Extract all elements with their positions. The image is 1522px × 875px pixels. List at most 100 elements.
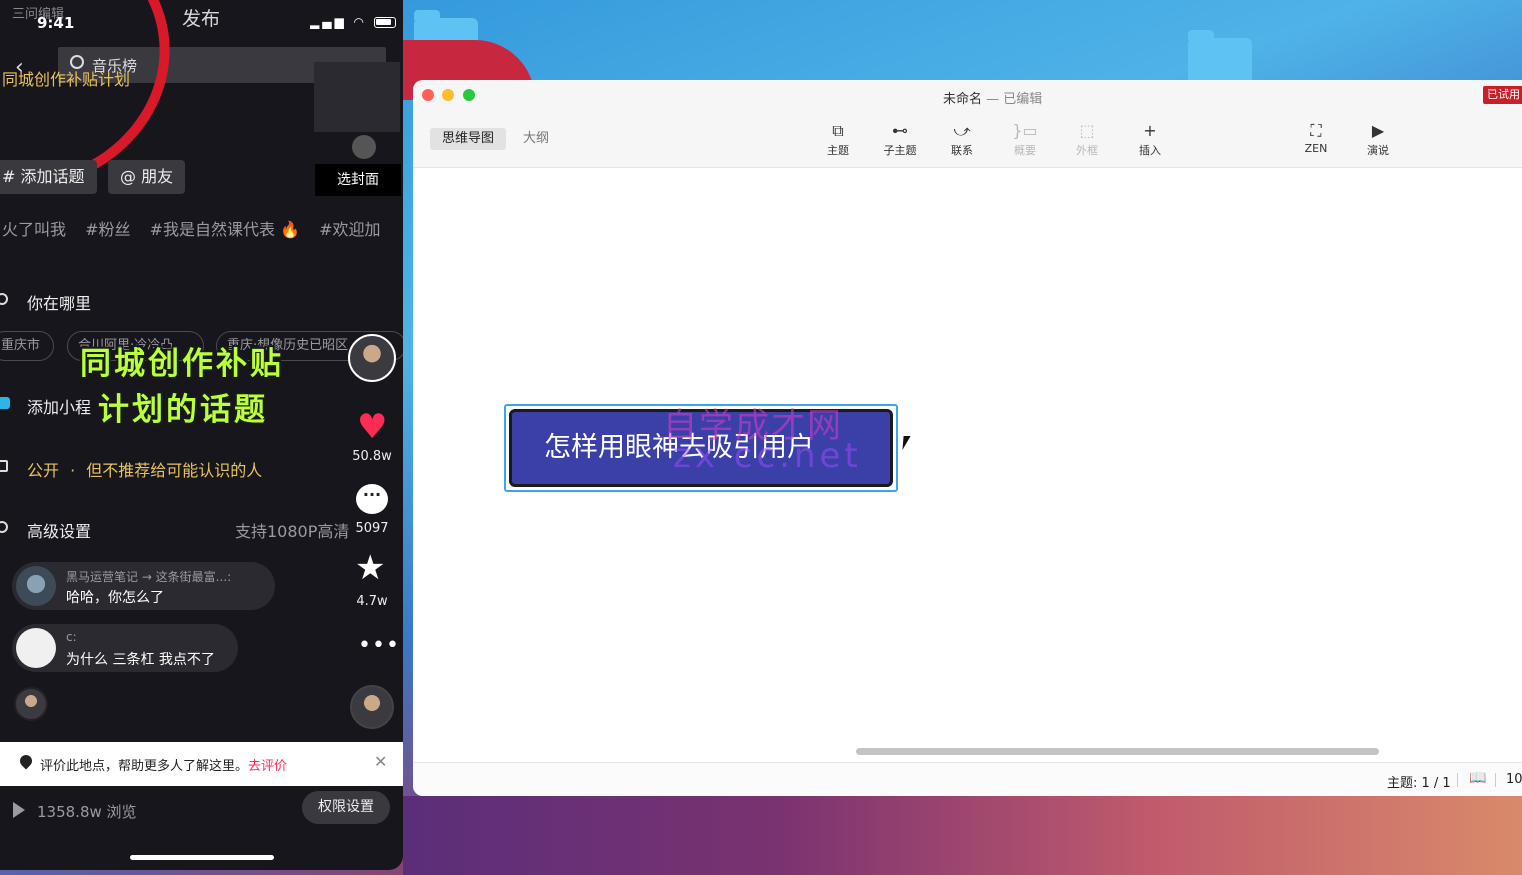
comment-author: 黑马运营笔记 → 这条街最富...:	[66, 570, 232, 584]
music-disc[interactable]	[350, 685, 394, 729]
lock-icon	[0, 460, 8, 472]
wallpaper-shape	[403, 796, 1522, 875]
boundary-icon: ⬚	[1079, 121, 1095, 140]
boundary-button[interactable]: ⬚ 外框	[1061, 120, 1113, 158]
tool-label: 演说	[1367, 144, 1389, 157]
insert-button[interactable]: + 插入	[1124, 120, 1176, 158]
relationship-button[interactable]: ⤻ 联系	[936, 120, 988, 158]
subtopic-button[interactable]: ⊷ 子主题	[874, 120, 926, 158]
avatar	[16, 628, 56, 668]
user-avatar[interactable]	[14, 687, 48, 721]
window-title: 未命名 — 已编辑	[943, 88, 1042, 107]
book-icon[interactable]: 📖	[1469, 770, 1486, 786]
mindmap-canvas[interactable]: 怎样用眼神去吸引用户 自学成才网 zx cc.net	[413, 168, 1522, 746]
select-cover-button[interactable]: 选封面	[315, 164, 401, 196]
advanced-settings-label[interactable]: 高级设置	[27, 518, 91, 542]
add-topic-chip[interactable]: # 添加话题	[0, 160, 97, 194]
comment-text: 为什么 三条杠 我点不了	[66, 652, 215, 668]
avatar	[16, 566, 56, 606]
permission-settings-button[interactable]: 权限设置	[302, 791, 390, 824]
notice-text: 评价此地点，帮助更多人了解这里。去评价	[40, 755, 287, 774]
tool-label: 外框	[1076, 144, 1098, 157]
mouse-cursor-icon	[902, 436, 911, 450]
rate-link[interactable]: 去评价	[248, 759, 287, 774]
privacy-label: 公开	[27, 461, 60, 480]
topic-tag[interactable]: #欢迎加	[319, 220, 380, 239]
status-icons: ▂▄▆ ◠	[310, 15, 396, 29]
divider	[1457, 773, 1458, 787]
mini-program-label[interactable]: 添加小程	[27, 394, 91, 418]
divider	[1495, 773, 1496, 787]
favorite-count: 4.7w	[356, 594, 388, 609]
overlay-caption-line1: 同城创作补贴	[80, 346, 284, 382]
like-icon[interactable]: ♥	[357, 410, 387, 444]
presentation-button[interactable]: ▶ 演说	[1352, 120, 1404, 158]
tool-label: 联系	[951, 144, 973, 157]
close-window-button[interactable]	[422, 89, 434, 101]
tab-mindmap[interactable]: 思维导图	[430, 128, 507, 150]
mindmap-window: 未命名 — 已编辑 已试用 思维导图 大纲 ⧉ 主题 ⊷ 子主题 ⤻ 联系 }▭…	[413, 80, 1522, 796]
summary-icon: }▭	[1012, 121, 1038, 140]
minimize-window-button[interactable]	[442, 89, 454, 101]
zoom-level[interactable]: 10	[1506, 772, 1522, 787]
document-name: 未命名	[943, 92, 983, 107]
page-title: 发布	[182, 8, 221, 30]
author-avatar[interactable]	[348, 334, 396, 382]
topic-tag[interactable]: 火了叫我	[2, 220, 66, 239]
comment-count: 5097	[355, 521, 389, 536]
topic-button[interactable]: ⧉ 主题	[812, 120, 864, 158]
tool-label: 概要	[1014, 144, 1036, 157]
topic-tags: 火了叫我 #粉丝 #我是自然课代表 🔥 #欢迎加	[2, 216, 395, 240]
zen-button[interactable]: ⛶ ZEN	[1290, 120, 1342, 155]
horizontal-scrollbar[interactable]	[856, 748, 1379, 755]
relationship-icon: ⤻	[953, 121, 971, 140]
notice-message: 评价此地点，帮助更多人了解这里。	[40, 759, 249, 774]
privacy-row[interactable]: 公开 · 但不推荐给可能认识的人	[27, 457, 262, 481]
close-icon[interactable]: ✕	[374, 752, 387, 771]
advanced-settings-detail: 支持1080P高清	[235, 522, 350, 541]
rating-notice: 评价此地点，帮助更多人了解这里。去评价 ✕	[0, 742, 403, 786]
comment-author: c:	[66, 630, 77, 644]
battery-icon	[373, 17, 396, 28]
overlay-caption-line2: 计划的话题	[98, 392, 268, 428]
document-state: — 已编辑	[986, 92, 1043, 107]
mini-program-icon	[0, 397, 10, 409]
location-label[interactable]: 你在哪里	[27, 290, 91, 314]
tool-label: 插入	[1139, 144, 1161, 157]
favorite-icon[interactable]: ★	[355, 551, 385, 585]
play-icon	[13, 802, 25, 818]
zoom-window-button[interactable]	[463, 89, 475, 101]
status-bar: 主题: 1 / 1 📖 10	[413, 762, 1522, 796]
phone-screen: 三问编辑 9:41 发布 ▂▄▆ ◠ 音乐榜 ‹ 同城创作补贴计划 选封面 # …	[0, 0, 403, 870]
comment-item[interactable]: c: 为什么 三条杠 我点不了	[12, 624, 238, 672]
trial-badge[interactable]: 已试用	[1483, 86, 1522, 104]
location-icon	[0, 293, 8, 305]
home-indicator[interactable]	[130, 855, 274, 860]
privacy-dot: ·	[70, 461, 76, 480]
fullscreen-icon: ⛶	[1310, 121, 1322, 140]
toolbar: 未命名 — 已编辑 已试用 思维导图 大纲 ⧉ 主题 ⊷ 子主题 ⤻ 联系 }▭…	[413, 80, 1522, 168]
more-icon[interactable]: •••	[358, 633, 400, 658]
view-count: 1358.8w 浏览	[37, 803, 137, 821]
location-pin-icon	[17, 752, 35, 770]
comment-text: 哈哈，你怎么了	[66, 590, 164, 606]
tool-label: 主题	[827, 144, 849, 157]
comment-item[interactable]: 黑马运营笔记 → 这条街最富...: 哈哈，你怎么了	[12, 562, 275, 610]
video-thumbnail[interactable]	[314, 62, 400, 132]
friends-chip[interactable]: @ 朋友	[108, 160, 186, 194]
like-count: 50.8w	[352, 449, 392, 464]
topic-tag[interactable]: #粉丝	[85, 220, 130, 239]
location-chip[interactable]: 重庆市	[0, 331, 54, 361]
plus-icon: +	[1143, 121, 1157, 140]
topic-icon: ⧉	[832, 121, 844, 140]
comment-icon[interactable]: ···	[356, 484, 388, 514]
tool-label: ZEN	[1304, 142, 1328, 155]
tab-outline[interactable]: 大纲	[511, 128, 561, 150]
tool-label: 子主题	[883, 144, 917, 157]
topic-tag[interactable]: #我是自然课代表 🔥	[150, 220, 300, 239]
summary-button[interactable]: }▭ 概要	[999, 120, 1051, 158]
topic-count: 主题: 1 / 1	[1387, 776, 1451, 791]
privacy-detail: 但不推荐给可能认识的人	[86, 461, 263, 480]
play-icon: ▶	[1371, 121, 1385, 140]
subtopic-icon: ⊷	[892, 121, 908, 140]
